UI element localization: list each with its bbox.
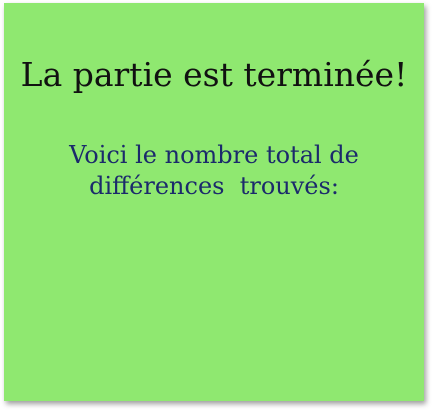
game-over-card: La partie est terminée! Voici le nombre …	[4, 3, 424, 401]
message-line-2: différences trouvés:	[89, 172, 339, 200]
total-differences-message: Voici le nombre total de différences tro…	[4, 140, 424, 202]
message-line-1: Voici le nombre total de	[69, 141, 359, 169]
game-over-title: La partie est terminée!	[20, 55, 408, 94]
